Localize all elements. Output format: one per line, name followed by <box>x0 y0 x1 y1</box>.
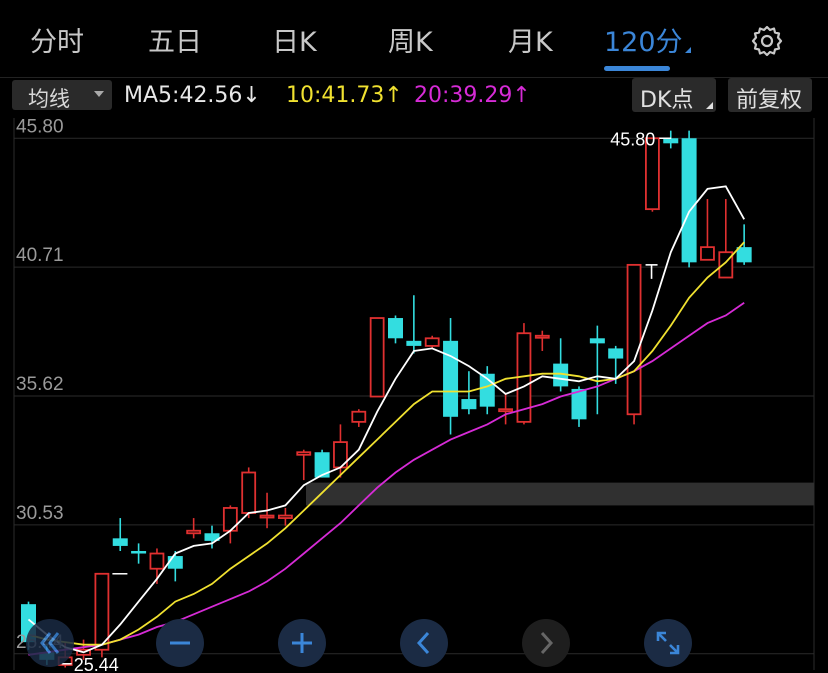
candle-body <box>112 538 128 546</box>
fullscreen-button[interactable] <box>644 619 692 667</box>
period-tabs: 分时 五日 日K 周K 月K 120分 <box>0 0 828 74</box>
ma5-value: MA5:42.56↓ <box>124 83 261 108</box>
chevron-right-icon <box>540 631 554 655</box>
tab-weekly-k[interactable]: 周K <box>388 20 433 59</box>
next-button[interactable] <box>522 619 570 667</box>
candle-body <box>700 246 715 261</box>
candle-body <box>277 514 293 519</box>
zoom-in-icon <box>292 633 312 653</box>
low-price-label: 25.44 <box>74 655 119 673</box>
zoom-out-button[interactable] <box>156 619 204 667</box>
tab-120min-label: 120分 <box>604 27 683 58</box>
candle-body <box>681 138 697 263</box>
adjust-button[interactable]: 前复权 <box>728 78 812 113</box>
ma10-value: 10:41.73↑ <box>286 83 403 108</box>
candle-body <box>351 410 367 423</box>
candle-body <box>388 318 403 339</box>
ma20-value: 20:39.29↑ <box>414 83 531 108</box>
fullscreen-icon <box>656 631 680 655</box>
candle-body <box>626 263 642 416</box>
ma-legend-bar: 均线 MA5:42.56↓ 10:41.73↑ 20:39.29↑ DK点 前复… <box>0 78 828 118</box>
candle-body <box>443 340 459 417</box>
candle-body <box>186 529 202 535</box>
candle-body <box>736 247 752 263</box>
candle-body <box>589 338 605 344</box>
zoom-in-button[interactable] <box>278 619 326 667</box>
candle-body <box>608 348 624 359</box>
adjust-label: 前复权 <box>736 88 803 113</box>
candle-body <box>167 556 183 569</box>
candle-body <box>369 317 385 398</box>
y-tick-label: 35.62 <box>16 374 64 395</box>
candle-body <box>406 340 422 346</box>
price-band <box>306 482 814 506</box>
chevron-left-icon <box>416 631 430 655</box>
double-chevron-left-icon <box>40 632 60 654</box>
active-tab-indicator <box>604 66 670 71</box>
ma5-line <box>27 185 745 654</box>
chevron-down-icon <box>94 91 104 97</box>
candle-body <box>663 138 679 144</box>
indicator-selector-label: 均线 <box>28 87 70 111</box>
indicator-selector[interactable]: 均线 <box>12 80 112 111</box>
candle-body <box>241 471 257 514</box>
y-tick-label: 30.53 <box>16 503 64 524</box>
candle-body <box>534 334 550 339</box>
dropdown-corner-icon <box>706 102 713 109</box>
y-tick-label: 40.71 <box>16 245 64 266</box>
candlestick-chart[interactable]: 45.8040.7135.6230.5325.4445.8025.44 <box>0 118 828 673</box>
dk-point-button[interactable]: DK点 <box>632 78 716 113</box>
y-tick-label: 45.80 <box>16 118 64 137</box>
candle-body <box>498 408 514 413</box>
tab-120min[interactable]: 120分 <box>604 20 691 59</box>
previous-button[interactable] <box>400 619 448 667</box>
dk-point-label: DK点 <box>640 88 694 113</box>
dropdown-corner-icon <box>684 47 691 53</box>
high-price-label: 45.80 <box>610 129 655 149</box>
candle-body <box>259 514 275 519</box>
candle-body <box>424 337 440 347</box>
candle-body <box>149 552 165 570</box>
candle-body <box>461 399 477 410</box>
tab-five-day[interactable]: 五日 <box>148 20 202 59</box>
tab-daily-k[interactable]: 日K <box>272 20 317 59</box>
tab-minute[interactable]: 分时 <box>30 20 84 59</box>
zoom-out-icon <box>170 641 190 645</box>
gear-icon[interactable] <box>748 22 786 60</box>
candle-body <box>296 451 312 456</box>
candle-body <box>131 550 147 554</box>
tab-monthly-k[interactable]: 月K <box>508 20 553 59</box>
scroll-left-button[interactable] <box>26 619 74 667</box>
